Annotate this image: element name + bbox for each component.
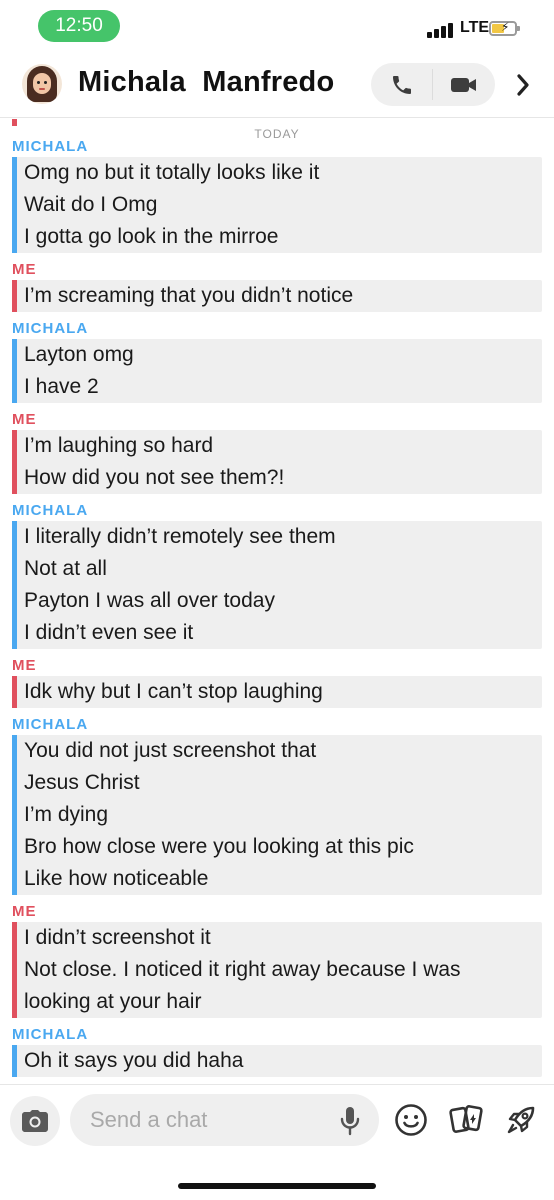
- message-bubble[interactable]: Oh it says you did haha: [12, 1045, 542, 1077]
- microphone-icon: [340, 1107, 360, 1136]
- message-group: MICHALA Layton omg I have 2: [0, 318, 554, 403]
- message-group: MICHALA Omg no but it totally looks like …: [0, 136, 554, 253]
- sender-color-bar: [12, 676, 17, 708]
- memories-cards-icon: [449, 1105, 483, 1133]
- message-text[interactable]: Bro how close were you looking at this p…: [24, 831, 542, 863]
- message-bubble[interactable]: You did not just screenshot that Jesus Ch…: [12, 735, 542, 895]
- microphone-button[interactable]: [337, 1106, 363, 1136]
- message-text[interactable]: You did not just screenshot that: [24, 735, 542, 767]
- sender-color-bar: [12, 1045, 17, 1077]
- sender-label: ME: [12, 657, 37, 674]
- memories-button[interactable]: [449, 1102, 485, 1138]
- video-camera-icon: [450, 77, 476, 92]
- battery-icon: ⚡: [489, 20, 520, 36]
- sender-label: MICHALA: [12, 1026, 89, 1043]
- home-indicator[interactable]: [178, 1183, 376, 1189]
- sender-label: MICHALA: [12, 138, 89, 155]
- message-bubble[interactable]: Omg no but it totally looks like it Wait …: [12, 157, 542, 253]
- call-controls: [371, 63, 495, 106]
- message-text[interactable]: I didn’t even see it: [24, 617, 542, 649]
- sender-label: MICHALA: [12, 502, 89, 519]
- message-text[interactable]: looking at your hair: [24, 986, 542, 1018]
- message-text[interactable]: I’m laughing so hard: [24, 430, 542, 462]
- message-text[interactable]: I have 2: [24, 371, 542, 403]
- message-text[interactable]: Omg no but it totally looks like it: [24, 157, 542, 189]
- sender-color-bar: [12, 280, 17, 312]
- phone-icon: [392, 75, 411, 94]
- video-call-button[interactable]: [433, 63, 494, 106]
- sender-color-bar: [12, 735, 17, 895]
- message-bubble[interactable]: I’m laughing so hard How did you not see …: [12, 430, 542, 494]
- message-bubble[interactable]: I didn’t screenshot it Not close. I notic…: [12, 922, 542, 1018]
- chat-header: Michala Manfredo: [0, 52, 554, 118]
- sender-label: MICHALA: [12, 320, 89, 337]
- chat-input[interactable]: [70, 1094, 379, 1146]
- message-text[interactable]: I gotta go look in the mirroe: [24, 221, 542, 253]
- message-group: ME I’m laughing so hard How did you not se…: [0, 409, 554, 494]
- message-list: MICHALA Omg no but it totally looks like …: [0, 136, 554, 1083]
- message-text[interactable]: How did you not see them?!: [24, 462, 542, 494]
- message-group: ME I didn’t screenshot it Not close. I not…: [0, 901, 554, 1018]
- message-text[interactable]: Like how noticeable: [24, 863, 542, 895]
- message-text[interactable]: I didn’t screenshot it: [24, 922, 542, 954]
- message-bubble[interactable]: Layton omg I have 2: [12, 339, 542, 403]
- message-bubble[interactable]: Idk why but I can’t stop laughing: [12, 676, 542, 708]
- message-group: MICHALA Oh it says you did haha: [0, 1024, 554, 1077]
- message-group: ME Idk why but I can’t stop laughing: [0, 655, 554, 708]
- message-text[interactable]: Oh it says you did haha: [24, 1045, 542, 1077]
- sender-label: ME: [12, 411, 37, 428]
- avatar[interactable]: [22, 64, 62, 104]
- message-text[interactable]: Layton omg: [24, 339, 542, 371]
- chat-composer: [0, 1084, 554, 1200]
- sender-label: ME: [12, 903, 37, 920]
- cellular-signal-icon: [427, 22, 455, 38]
- message-bubble[interactable]: I literally didn’t remotely see them Not …: [12, 521, 542, 649]
- message-text[interactable]: Jesus Christ: [24, 767, 542, 799]
- message-group: MICHALA You did not just screenshot that J…: [0, 714, 554, 895]
- sender-color-bar: [12, 922, 17, 1018]
- games-button[interactable]: [503, 1102, 539, 1138]
- camera-icon: [22, 1110, 48, 1132]
- message-text[interactable]: I literally didn’t remotely see them: [24, 521, 542, 553]
- message-group: ME I’m screaming that you didn’t notice: [0, 259, 554, 312]
- status-time: 12:50: [38, 10, 120, 42]
- contact-name[interactable]: Michala Manfredo: [78, 66, 334, 99]
- message-text[interactable]: I’m dying: [24, 799, 542, 831]
- smiley-icon: [395, 1104, 427, 1136]
- chat-options-button[interactable]: [508, 69, 538, 101]
- sender-label: ME: [12, 261, 37, 278]
- voice-call-button[interactable]: [371, 63, 432, 106]
- sender-label: MICHALA: [12, 716, 89, 733]
- message-text[interactable]: Idk why but I can’t stop laughing: [24, 676, 542, 708]
- message-text[interactable]: Not at all: [24, 553, 542, 585]
- sender-color-bar: [12, 157, 17, 253]
- status-bar: 12:50 LTE ⚡: [0, 0, 554, 52]
- message-text[interactable]: Wait do I Omg: [24, 189, 542, 221]
- network-type: LTE: [460, 19, 490, 36]
- camera-button[interactable]: [10, 1096, 60, 1146]
- message-bubble[interactable]: I’m screaming that you didn’t notice: [12, 280, 542, 312]
- sender-color-bar: [12, 430, 17, 494]
- rocket-icon: [507, 1106, 535, 1134]
- chat-messages[interactable]: TODAY MICHALA Omg no but it totally looks…: [0, 119, 554, 1084]
- previous-message-edge: [12, 119, 17, 126]
- message-text[interactable]: Payton I was all over today: [24, 585, 542, 617]
- message-group: MICHALA I literally didn’t remotely see t…: [0, 500, 554, 649]
- sender-color-bar: [12, 521, 17, 649]
- message-text[interactable]: Not close. I noticed it right away becau…: [24, 954, 542, 986]
- message-text[interactable]: I’m screaming that you didn’t notice: [24, 280, 542, 312]
- emoji-button[interactable]: [393, 1102, 429, 1138]
- sender-color-bar: [12, 339, 17, 403]
- chevron-right-icon: [517, 74, 529, 96]
